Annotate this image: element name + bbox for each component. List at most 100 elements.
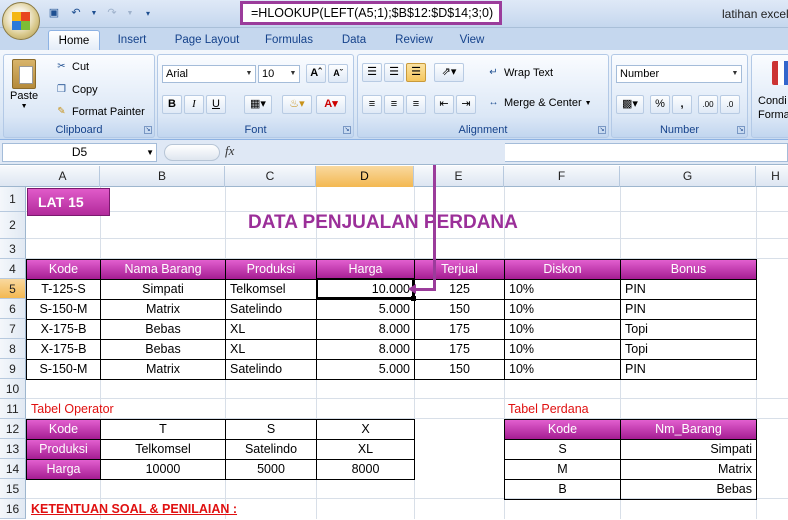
table-cell[interactable]: 10%: [504, 319, 621, 340]
currency-button[interactable]: ▩▾: [616, 95, 644, 114]
formula-bar-handle[interactable]: [164, 144, 220, 161]
table-cell[interactable]: PIN: [620, 279, 757, 300]
table-cell[interactable]: Matrix: [620, 459, 757, 480]
table-cell[interactable]: S-150-M: [26, 359, 101, 380]
row-header-16[interactable]: 16: [0, 499, 26, 519]
table-cell[interactable]: 5.000: [316, 359, 415, 380]
table-cell[interactable]: Bebas: [100, 339, 226, 360]
font-size-select[interactable]: 10 ▼: [258, 65, 300, 83]
row-header-7[interactable]: 7: [0, 319, 26, 339]
table-cell[interactable]: Topi: [620, 339, 757, 360]
table-cell[interactable]: Simpati: [100, 279, 226, 300]
table-cell[interactable]: B: [504, 479, 621, 500]
save-icon[interactable]: ▣: [46, 6, 62, 21]
table-cell[interactable]: XL: [225, 319, 317, 340]
table-cell[interactable]: PIN: [620, 359, 757, 380]
format-painter-button[interactable]: ✎ Format Painter: [54, 105, 144, 119]
tab-review[interactable]: Review: [388, 30, 440, 50]
row-header-3[interactable]: 3: [0, 239, 26, 259]
table-cell[interactable]: 10000: [100, 459, 226, 480]
grow-font-button[interactable]: Aˆ: [306, 64, 326, 83]
table-cell[interactable]: M: [504, 459, 621, 480]
table-cell[interactable]: Bebas: [100, 319, 226, 340]
font-launcher-icon[interactable]: ↘: [343, 126, 351, 134]
merge-center-button[interactable]: ↔ Merge & Center ▼: [486, 96, 592, 110]
increase-indent-button[interactable]: ⇥: [456, 95, 476, 114]
font-color-button[interactable]: A▾: [316, 95, 346, 114]
decrease-indent-button[interactable]: ⇤: [434, 95, 454, 114]
column-header-a[interactable]: A: [26, 166, 100, 187]
percent-button[interactable]: %: [650, 95, 670, 114]
office-button[interactable]: [2, 2, 40, 40]
row-heading[interactable]: Kode: [26, 419, 101, 440]
increase-decimal-button[interactable]: .00: [698, 95, 718, 114]
tab-page-layout[interactable]: Page Layout: [168, 30, 246, 50]
table-cell[interactable]: 10%: [504, 359, 621, 380]
conditional-formatting-button[interactable]: Condi: [758, 95, 787, 107]
number-launcher-icon[interactable]: ↘: [737, 126, 745, 134]
alignment-launcher-icon[interactable]: ↘: [598, 126, 606, 134]
table-cell[interactable]: Simpati: [620, 439, 757, 460]
tab-view[interactable]: View: [452, 30, 492, 50]
redo-dropdown-icon[interactable]: ▼: [126, 6, 134, 21]
active-cell-d5[interactable]: [316, 278, 414, 299]
undo-dropdown-icon[interactable]: ▼: [90, 6, 98, 21]
column-header-d[interactable]: D: [316, 166, 414, 187]
row-header-6[interactable]: 6: [0, 299, 26, 319]
table-cell[interactable]: T-125-S: [26, 279, 101, 300]
table-cell[interactable]: Telkomsel: [225, 279, 317, 300]
table-cell[interactable]: XL: [225, 339, 317, 360]
row-header-5[interactable]: 5: [0, 279, 26, 299]
table-cell[interactable]: Matrix: [100, 299, 226, 320]
table-cell[interactable]: PIN: [620, 299, 757, 320]
tab-formulas[interactable]: Formulas: [258, 30, 320, 50]
row-header-12[interactable]: 12: [0, 419, 26, 439]
row-header-4[interactable]: 4: [0, 259, 26, 279]
column-heading[interactable]: Bonus: [620, 259, 757, 280]
tab-data[interactable]: Data: [334, 30, 374, 50]
comma-button[interactable]: ,: [672, 95, 692, 114]
table-cell[interactable]: X-175-B: [26, 339, 101, 360]
decrease-decimal-button[interactable]: .0: [720, 95, 740, 114]
table-cell[interactable]: 150: [414, 359, 505, 380]
table-cell[interactable]: 10%: [504, 299, 621, 320]
table-cell[interactable]: Telkomsel: [100, 439, 226, 460]
shrink-font-button[interactable]: Aˇ: [328, 64, 348, 83]
column-header-c[interactable]: C: [225, 166, 316, 187]
table-cell[interactable]: T: [100, 419, 226, 440]
row-header-9[interactable]: 9: [0, 359, 26, 379]
table-cell[interactable]: 8.000: [316, 339, 415, 360]
table-cell[interactable]: X: [316, 419, 415, 440]
table-cell[interactable]: Satelindo: [225, 299, 317, 320]
table-cell[interactable]: 10%: [504, 279, 621, 300]
table-cell[interactable]: XL: [316, 439, 415, 460]
table-cell[interactable]: 10%: [504, 339, 621, 360]
align-bottom-button[interactable]: ☰: [406, 63, 426, 82]
column-heading[interactable]: Nama Barang: [100, 259, 226, 280]
table-cell[interactable]: Topi: [620, 319, 757, 340]
undo-icon[interactable]: ↶: [68, 6, 84, 21]
table-cell[interactable]: Satelindo: [225, 439, 317, 460]
align-left-button[interactable]: ≡: [362, 95, 382, 114]
wrap-text-button[interactable]: ↵ Wrap Text: [486, 66, 553, 80]
column-heading[interactable]: Kode: [504, 419, 621, 440]
table-cell[interactable]: 5000: [225, 459, 317, 480]
table-cell[interactable]: S: [504, 439, 621, 460]
table-cell[interactable]: 5.000: [316, 299, 415, 320]
table-cell[interactable]: 8000: [316, 459, 415, 480]
table-cell[interactable]: 175: [414, 319, 505, 340]
column-header-e[interactable]: E: [414, 166, 504, 187]
column-heading[interactable]: Terjual: [414, 259, 505, 280]
row-heading[interactable]: Produksi: [26, 439, 101, 460]
font-name-select[interactable]: Arial ▼: [162, 65, 256, 83]
fill-handle[interactable]: [411, 296, 416, 301]
column-heading[interactable]: Harga: [316, 259, 415, 280]
cut-button[interactable]: ✂ Cut: [54, 60, 89, 74]
column-heading[interactable]: Kode: [26, 259, 101, 280]
column-heading[interactable]: Diskon: [504, 259, 621, 280]
table-cell[interactable]: Matrix: [100, 359, 226, 380]
formula-input[interactable]: =HLOOKUP(LEFT(A5;1);$B$12:$D$14;3;0): [240, 1, 502, 25]
column-header-f[interactable]: F: [504, 166, 620, 187]
insert-function-icon[interactable]: fx: [225, 143, 234, 159]
borders-button[interactable]: ▦▾: [244, 95, 272, 114]
